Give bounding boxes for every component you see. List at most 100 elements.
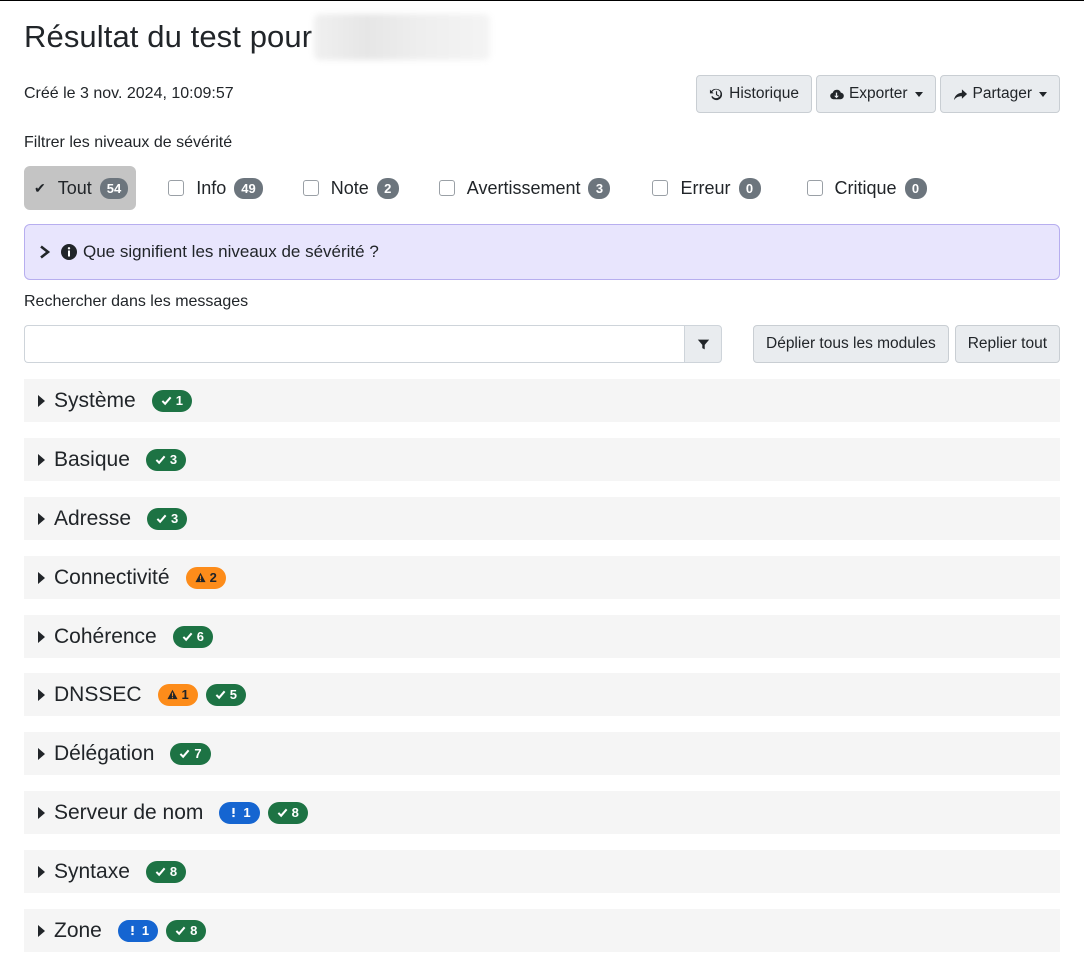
- search-label: Rechercher dans les messages: [24, 293, 249, 310]
- collapse-all-button[interactable]: Replier tout: [954, 325, 1060, 363]
- success-badge: 5: [205, 683, 246, 706]
- search-input[interactable]: [24, 325, 684, 363]
- share-arrow-icon: [953, 88, 967, 100]
- checkbox[interactable]: [438, 180, 455, 196]
- checkbox[interactable]: [652, 180, 669, 196]
- note-count: 1: [243, 805, 251, 820]
- module-coherence[interactable]: Cohérence 6: [24, 615, 1060, 658]
- module-basique[interactable]: Basique 3: [24, 438, 1060, 481]
- check-icon: [215, 690, 226, 700]
- history-icon: [710, 88, 723, 100]
- caret-right-icon: [38, 512, 45, 525]
- module-delegation[interactable]: Délégation 7: [24, 732, 1060, 775]
- module-serveur-de-nom[interactable]: Serveur de nom 1 8: [24, 791, 1060, 834]
- filter-label: Note: [330, 177, 369, 198]
- history-label: Historique: [729, 85, 799, 102]
- page-title: Résultat du test pour: [24, 19, 313, 54]
- caret-right-icon: [38, 688, 45, 701]
- success-count: 7: [194, 746, 202, 761]
- chevron-right-icon: [40, 245, 51, 259]
- module-name: Système: [54, 388, 136, 412]
- severity-help-toggle[interactable]: Que signifient les niveaux de sévérité ?: [24, 224, 1060, 280]
- funnel-icon: [697, 339, 709, 349]
- success-badge: 8: [267, 801, 308, 824]
- exclamation-icon: [232, 807, 236, 818]
- warning-count: 1: [181, 687, 189, 702]
- module-systeme[interactable]: Système 1: [24, 379, 1060, 422]
- module-name: DNSSEC: [54, 682, 142, 706]
- expand-all-button[interactable]: Déplier tous les modules: [753, 325, 949, 363]
- filter-all[interactable]: ✔ Tout 54: [24, 166, 137, 210]
- action-buttons: Historique Exporter Partager: [696, 75, 1060, 113]
- success-count: 8: [291, 805, 299, 820]
- caret-right-icon: [38, 865, 45, 878]
- module-dnssec[interactable]: DNSSEC 1 5: [24, 673, 1060, 716]
- module-adresse[interactable]: Adresse 3: [24, 497, 1060, 540]
- warning-triangle-icon: [166, 689, 178, 700]
- checkbox[interactable]: [302, 180, 319, 196]
- caret-right-icon: [38, 453, 45, 466]
- module-toggle-buttons: Déplier tous les modules Replier tout: [753, 325, 1060, 363]
- module-connectivite[interactable]: Connectivité 2: [24, 556, 1060, 599]
- title-row: Résultat du test pour: [24, 14, 491, 60]
- count-badge: 2: [376, 177, 399, 199]
- success-badge: 3: [145, 448, 187, 471]
- success-count: 3: [171, 511, 179, 526]
- export-button[interactable]: Exporter: [815, 75, 936, 113]
- check-icon: [155, 867, 166, 877]
- filter-warning[interactable]: Avertissement 3: [429, 166, 621, 210]
- export-label: Exporter: [848, 85, 908, 102]
- caret-right-icon: [38, 747, 45, 760]
- module-name: Connectivité: [54, 565, 170, 589]
- success-count: 8: [169, 864, 178, 879]
- warning-badge: 2: [185, 566, 226, 589]
- count-badge: 0: [738, 177, 761, 199]
- success-count: 6: [196, 629, 204, 644]
- success-count: 5: [229, 687, 237, 702]
- filter-critical[interactable]: Critique 0: [797, 166, 937, 210]
- redacted-domain: [314, 14, 491, 60]
- success-count: 3: [169, 452, 178, 467]
- checkmark-icon: ✔: [34, 179, 46, 196]
- cloud-download-icon: [830, 89, 844, 99]
- count-badge: 49: [234, 177, 263, 199]
- note-badge: 1: [117, 919, 159, 942]
- checkbox[interactable]: [806, 180, 823, 196]
- caret-right-icon: [38, 630, 45, 643]
- check-icon: [175, 926, 186, 936]
- share-button[interactable]: Partager: [939, 75, 1060, 113]
- check-icon: [156, 514, 167, 524]
- success-count: 8: [190, 923, 198, 938]
- severity-filters: ✔ Tout 54 Info 49 Note 2 Avertissement 3…: [24, 166, 937, 210]
- created-timestamp: Créé le 3 nov. 2024, 10:09:57: [24, 85, 234, 102]
- count-badge: 3: [588, 177, 611, 199]
- success-count: 1: [175, 393, 183, 408]
- filter-label: Tout: [57, 177, 92, 198]
- success-badge: 3: [147, 507, 188, 530]
- note-badge: 1: [219, 801, 260, 824]
- share-label: Partager: [972, 85, 1032, 102]
- check-icon: [182, 632, 193, 642]
- note-count: 1: [141, 923, 150, 938]
- success-badge: 1: [151, 389, 192, 412]
- module-syntaxe[interactable]: Syntaxe 8: [24, 850, 1060, 893]
- success-badge: 8: [166, 919, 207, 942]
- module-name: Cohérence: [54, 624, 157, 648]
- checkbox[interactable]: [168, 180, 185, 196]
- filter-note[interactable]: Note 2: [293, 166, 409, 210]
- filter-label: Info: [196, 177, 227, 198]
- caret-right-icon: [38, 924, 45, 937]
- history-button[interactable]: Historique: [696, 75, 812, 113]
- module-name: Serveur de nom: [54, 800, 204, 824]
- filter-info[interactable]: Info 49: [158, 166, 273, 210]
- check-icon: [155, 455, 166, 465]
- check-icon: [161, 396, 172, 406]
- module-zone[interactable]: Zone 1 8: [24, 909, 1060, 952]
- caret-down-icon: [1039, 91, 1047, 97]
- check-icon: [277, 808, 288, 818]
- caret-right-icon: [38, 806, 45, 819]
- warning-count: 2: [209, 570, 217, 585]
- filter-error[interactable]: Erreur 0: [642, 166, 770, 210]
- filter-button[interactable]: [684, 325, 722, 363]
- severity-filter-label: Filtrer les niveaux de sévérité: [24, 134, 233, 151]
